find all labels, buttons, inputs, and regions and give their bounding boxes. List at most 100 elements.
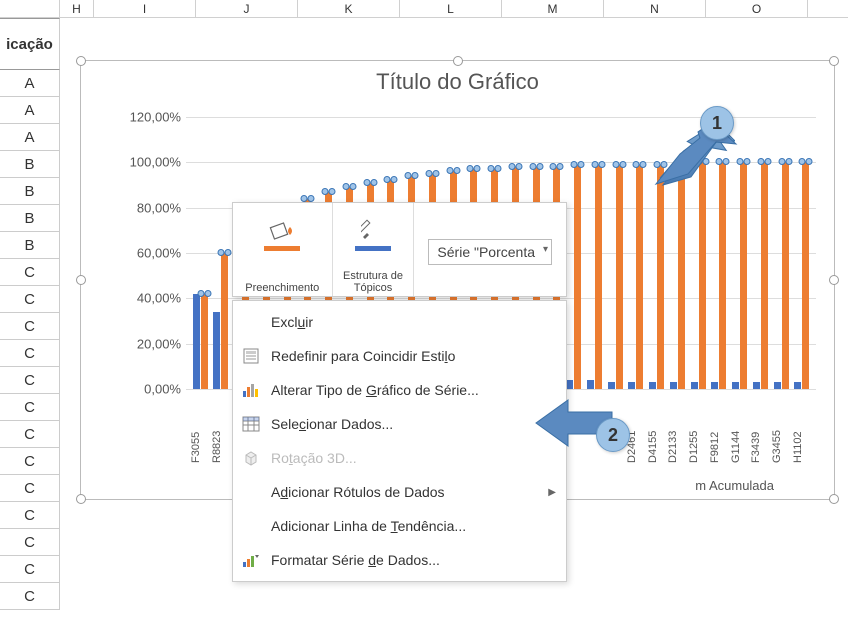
chart-handle[interactable] [76, 275, 86, 285]
table-cell[interactable]: C [0, 286, 60, 313]
bar-category[interactable] [792, 117, 812, 389]
datapoint-marker[interactable] [806, 158, 813, 165]
bar-series-1[interactable] [193, 294, 200, 389]
chart-handle[interactable] [829, 275, 839, 285]
datapoint-marker[interactable] [495, 165, 502, 172]
bar-series-2[interactable] [678, 162, 685, 389]
datapoint-marker[interactable] [557, 163, 564, 170]
table-cell[interactable]: C [0, 259, 60, 286]
bar-series-1[interactable] [566, 380, 573, 389]
bar-series-2[interactable] [782, 162, 789, 389]
bar-category[interactable] [667, 117, 687, 389]
bar-category[interactable] [730, 117, 750, 389]
col-header[interactable]: M [502, 0, 604, 17]
datapoint-marker[interactable] [301, 195, 308, 202]
datapoint-marker[interactable] [363, 179, 370, 186]
ctx-add_trend[interactable]: Adicionar Linha de Tendência... [233, 509, 566, 543]
datapoint-marker[interactable] [578, 161, 585, 168]
bar-series-2[interactable] [616, 165, 623, 389]
table-cell[interactable]: C [0, 448, 60, 475]
bar-series-1[interactable] [711, 382, 718, 389]
datapoint-marker[interactable] [785, 158, 792, 165]
datapoint-marker[interactable] [349, 183, 356, 190]
bar-series-2[interactable] [595, 165, 602, 389]
table-cell[interactable]: B [0, 151, 60, 178]
datapoint-marker[interactable] [474, 165, 481, 172]
bar-series-2[interactable] [657, 165, 664, 389]
bar-series-1[interactable] [628, 382, 635, 389]
datapoint-marker[interactable] [536, 163, 543, 170]
col-header[interactable]: H [60, 0, 94, 17]
datapoint-marker[interactable] [702, 158, 709, 165]
datapoint-marker[interactable] [488, 165, 495, 172]
bar-series-2[interactable] [802, 162, 809, 389]
ctx-add_labels[interactable]: Adicionar Rótulos de Dados▶ [233, 475, 566, 509]
datapoint-marker[interactable] [425, 170, 432, 177]
datapoint-marker[interactable] [467, 165, 474, 172]
table-cell[interactable]: C [0, 394, 60, 421]
datapoint-marker[interactable] [744, 158, 751, 165]
table-cell[interactable]: C [0, 367, 60, 394]
table-cell[interactable]: A [0, 97, 60, 124]
datapoint-marker[interactable] [308, 195, 315, 202]
table-cell[interactable]: C [0, 556, 60, 583]
datapoint-marker[interactable] [197, 290, 204, 297]
datapoint-marker[interactable] [342, 183, 349, 190]
table-cell[interactable]: C [0, 421, 60, 448]
datapoint-marker[interactable] [391, 176, 398, 183]
datapoint-marker[interactable] [571, 161, 578, 168]
datapoint-marker[interactable] [218, 249, 225, 256]
datapoint-marker[interactable] [723, 158, 730, 165]
chart-handle[interactable] [829, 56, 839, 66]
datapoint-marker[interactable] [432, 170, 439, 177]
ctx-select_data[interactable]: Selecionar Dados... [233, 407, 566, 441]
bar-category[interactable] [750, 117, 770, 389]
bar-series-2[interactable] [221, 253, 228, 389]
bar-series-1[interactable] [732, 382, 739, 389]
datapoint-marker[interactable] [716, 158, 723, 165]
bar-series-2[interactable] [574, 165, 581, 389]
datapoint-marker[interactable] [225, 249, 232, 256]
bar-category[interactable] [771, 117, 791, 389]
datapoint-marker[interactable] [598, 161, 605, 168]
col-header[interactable]: K [298, 0, 400, 17]
datapoint-marker[interactable] [529, 163, 536, 170]
datapoint-marker[interactable] [550, 163, 557, 170]
table-cell[interactable]: B [0, 232, 60, 259]
ctx-change_type[interactable]: Alterar Tipo de Gráfico de Série... [233, 373, 566, 407]
chart-title[interactable]: Título do Gráfico [81, 61, 834, 95]
table-cell[interactable]: B [0, 178, 60, 205]
datapoint-marker[interactable] [591, 161, 598, 168]
bar-series-1[interactable] [753, 382, 760, 389]
bar-series-1[interactable] [670, 382, 677, 389]
bar-category[interactable] [190, 117, 210, 389]
col-header[interactable]: N [604, 0, 706, 17]
datapoint-marker[interactable] [619, 161, 626, 168]
ctx-format[interactable]: Formatar Série de Dados... [233, 543, 566, 577]
datapoint-marker[interactable] [329, 188, 336, 195]
datapoint-marker[interactable] [661, 161, 668, 168]
table-cell[interactable]: B [0, 205, 60, 232]
datapoint-marker[interactable] [799, 158, 806, 165]
datapoint-marker[interactable] [695, 158, 702, 165]
bar-series-2[interactable] [636, 165, 643, 389]
col-header[interactable]: J [196, 0, 298, 17]
bar-series-1[interactable] [774, 382, 781, 389]
table-cell[interactable]: C [0, 313, 60, 340]
datapoint-marker[interactable] [612, 161, 619, 168]
datapoint-marker[interactable] [737, 158, 744, 165]
bar-series-1[interactable] [587, 380, 594, 389]
chart-handle[interactable] [453, 56, 463, 66]
datapoint-marker[interactable] [508, 163, 515, 170]
datapoint-marker[interactable] [640, 161, 647, 168]
chart-handle[interactable] [76, 494, 86, 504]
ctx-reset[interactable]: Redefinir para Coincidir Estilo [233, 339, 566, 373]
datapoint-marker[interactable] [453, 167, 460, 174]
bar-series-1[interactable] [649, 382, 656, 389]
table-cell[interactable]: C [0, 529, 60, 556]
table-cell[interactable]: A [0, 124, 60, 151]
datapoint-marker[interactable] [405, 172, 412, 179]
datapoint-marker[interactable] [384, 176, 391, 183]
col-header[interactable]: O [706, 0, 808, 17]
bar-category[interactable] [605, 117, 625, 389]
